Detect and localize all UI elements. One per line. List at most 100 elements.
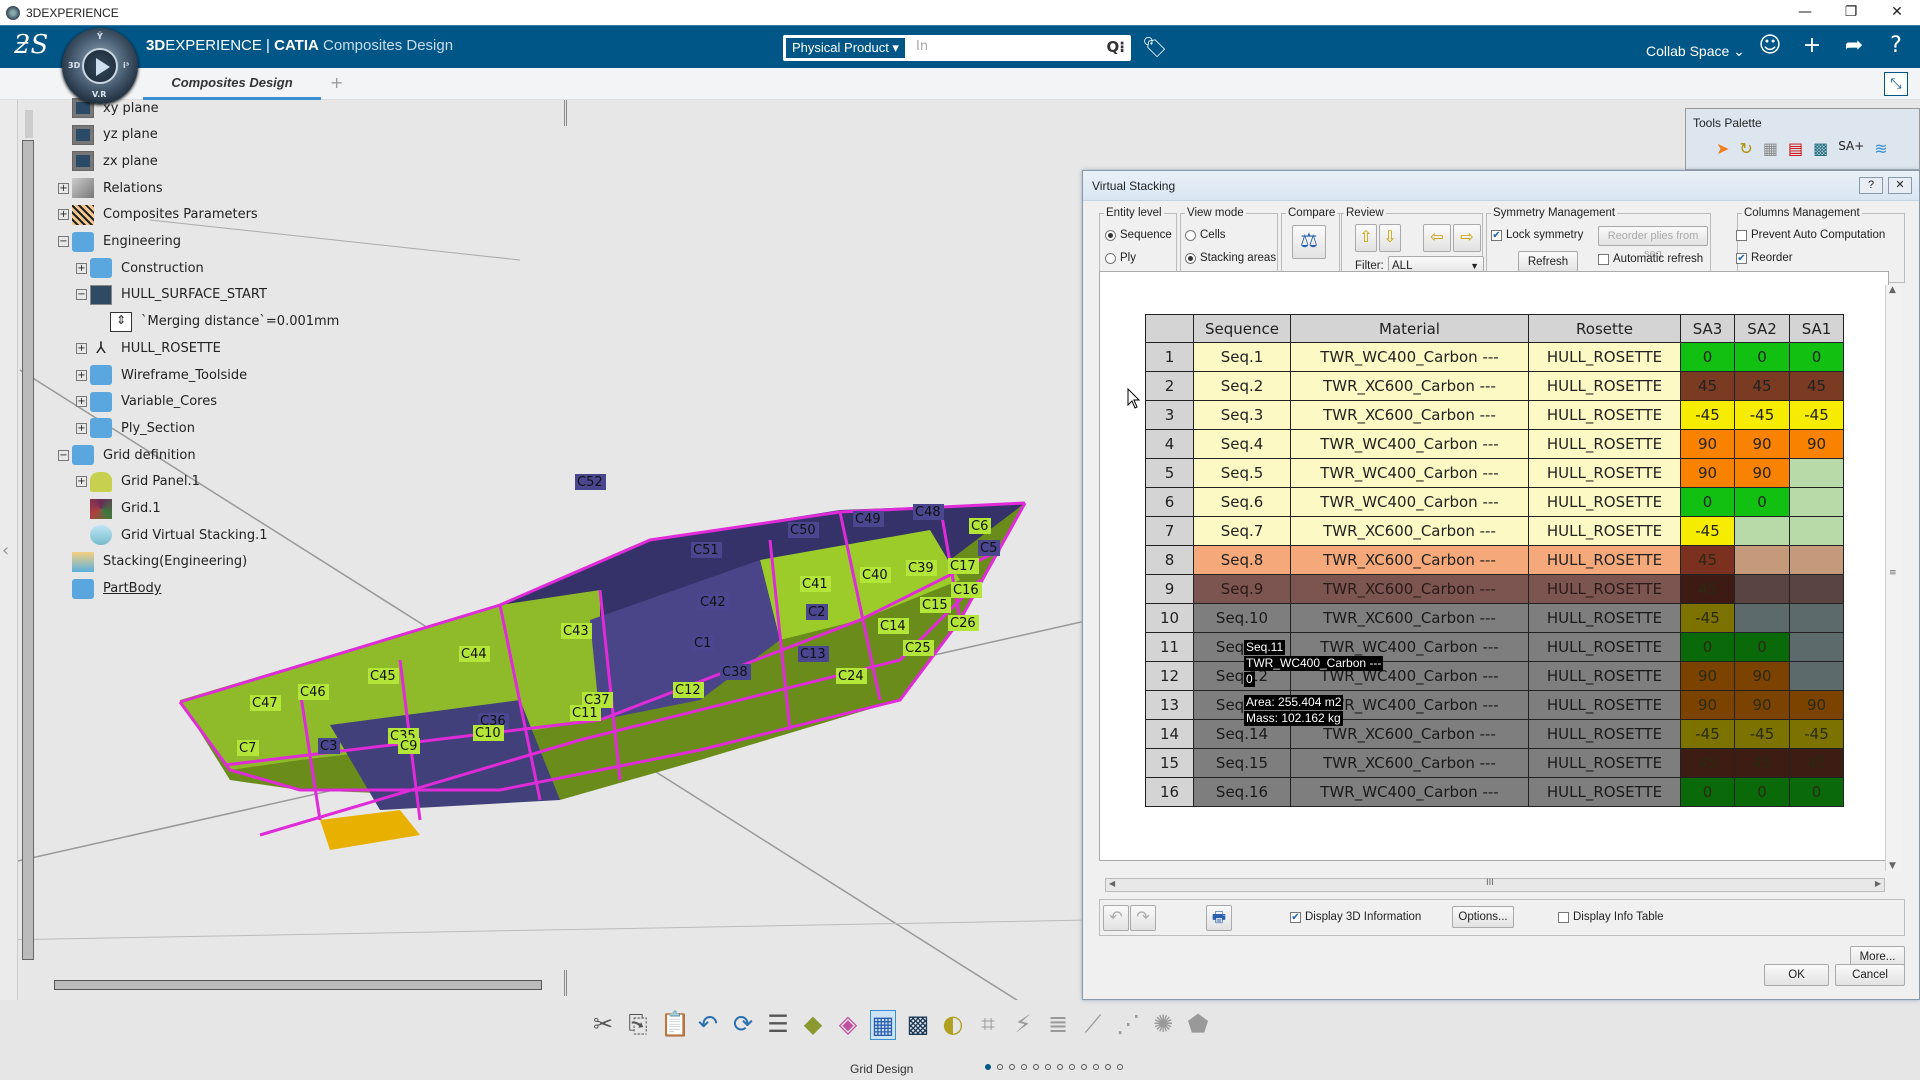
cell-label-c48[interactable]: C48 bbox=[915, 505, 941, 520]
cell-label-c7[interactable]: C7 bbox=[239, 741, 256, 756]
row-index-cell[interactable]: 6 bbox=[1145, 487, 1194, 517]
rosette-cell[interactable]: HULL_ROSETTE bbox=[1528, 661, 1681, 691]
sa2-angle-cell[interactable] bbox=[1734, 603, 1790, 633]
tree-node-grid-1[interactable]: Grid.1 bbox=[76, 498, 161, 520]
compare-button[interactable]: ⚖ bbox=[1292, 225, 1326, 259]
sequence-radio[interactable]: Sequence bbox=[1105, 229, 1172, 241]
tree-node-yz-plane[interactable]: yz plane bbox=[58, 124, 158, 146]
cell-label-c50[interactable]: C50 bbox=[790, 523, 816, 538]
col-header-material[interactable]: Material bbox=[1290, 314, 1529, 343]
pager-dot[interactable] bbox=[1117, 1064, 1123, 1070]
table-row[interactable]: 2 Seq.2 TWR_XC600_Carbon --- HULL_ROSETTE 45… bbox=[1145, 371, 1844, 401]
sa3-angle-cell[interactable]: -45 bbox=[1680, 516, 1735, 546]
row-index-cell[interactable]: 15 bbox=[1145, 748, 1194, 778]
cell-label-c25[interactable]: C25 bbox=[905, 641, 931, 656]
pager-dot[interactable] bbox=[1045, 1064, 1051, 1070]
cell-label-c9[interactable]: C9 bbox=[400, 739, 417, 754]
plus-icon[interactable]: + bbox=[1798, 33, 1826, 58]
collab-space-dropdown[interactable]: Collab Space ⌄ bbox=[1646, 43, 1745, 60]
share-icon[interactable]: ➦ bbox=[1840, 33, 1868, 58]
compass-widget[interactable]: Ÿ 3D i³ V.R bbox=[62, 28, 138, 104]
pager-dot[interactable] bbox=[1033, 1064, 1039, 1070]
sequence-cell[interactable]: Seq.7 bbox=[1193, 516, 1291, 546]
rosette-cell[interactable]: HULL_ROSETTE bbox=[1528, 458, 1681, 488]
col-header-sa3[interactable]: SA3 bbox=[1680, 314, 1735, 343]
table-row[interactable]: 5 Seq.5 TWR_WC400_Carbon --- HULL_ROSETTE 90… bbox=[1145, 458, 1844, 488]
expand-icon[interactable]: + bbox=[76, 262, 87, 274]
search-input[interactable]: In bbox=[916, 39, 928, 54]
copy-icon[interactable]: ⎘ bbox=[625, 1010, 651, 1040]
row-index-cell[interactable]: 10 bbox=[1145, 603, 1194, 633]
pager-dot[interactable] bbox=[985, 1064, 991, 1070]
rosette-cell[interactable]: HULL_ROSETTE bbox=[1528, 342, 1681, 372]
sa2-angle-cell[interactable]: -45 bbox=[1734, 719, 1790, 749]
sa3-angle-cell[interactable]: 45 bbox=[1680, 545, 1735, 575]
undo-icon[interactable]: ↶ bbox=[695, 1010, 721, 1040]
rosette-cell[interactable]: HULL_ROSETTE bbox=[1528, 487, 1681, 517]
tree-node-grid-virtual-stacking-1[interactable]: Grid Virtual Stacking.1 bbox=[76, 524, 268, 546]
rosette-cell[interactable]: HULL_ROSETTE bbox=[1528, 719, 1681, 749]
sa2-angle-cell[interactable]: 45 bbox=[1734, 371, 1790, 401]
sa2-angle-cell[interactable]: 0 bbox=[1734, 487, 1790, 517]
cut-icon[interactable]: ✂ bbox=[590, 1010, 616, 1040]
properties-icon[interactable]: ☰ bbox=[765, 1010, 791, 1040]
update-icon[interactable]: ⟳ bbox=[730, 1010, 756, 1040]
cell-label-c26[interactable]: C26 bbox=[950, 616, 976, 631]
col-header-sa1[interactable]: SA1 bbox=[1789, 314, 1844, 343]
cell-label-c2[interactable]: C2 bbox=[808, 605, 825, 620]
sa3-angle-cell[interactable]: 45 bbox=[1680, 574, 1735, 604]
cell-label-c24[interactable]: C24 bbox=[838, 669, 864, 684]
row-index-cell[interactable]: 14 bbox=[1145, 719, 1194, 749]
tree-node-partbody[interactable]: PartBody bbox=[58, 578, 161, 600]
collapse-icon[interactable]: ⤡ bbox=[1884, 72, 1908, 96]
table-vertical-scrollbar[interactable]: ▲ ≡ ▼ bbox=[1885, 285, 1901, 871]
sequence-cell[interactable]: Seq.8 bbox=[1193, 545, 1291, 575]
restore-window-button[interactable]: ❐ bbox=[1828, 0, 1874, 25]
material-cell[interactable]: TWR_WC400_Carbon --- bbox=[1290, 777, 1529, 807]
search-bar[interactable]: Physical Product ▾ In Q⁝ bbox=[783, 35, 1131, 61]
cell-label-c10[interactable]: C10 bbox=[475, 726, 501, 741]
sa2-angle-cell[interactable] bbox=[1734, 516, 1790, 546]
cell-label-c52[interactable]: C52 bbox=[577, 475, 603, 490]
cell-label-c16[interactable]: C16 bbox=[953, 583, 979, 598]
expand-icon[interactable]: + bbox=[76, 342, 87, 354]
table-row[interactable]: 10 Seq.10 TWR_XC600_Carbon --- HULL_ROSETTE… bbox=[1145, 603, 1844, 633]
cells-icon[interactable]: ▩ bbox=[1813, 139, 1828, 158]
dialog-close-button[interactable]: ✕ bbox=[1888, 177, 1912, 194]
material-cell[interactable]: TWR_WC400_Carbon --- bbox=[1290, 342, 1529, 372]
rotate-icon[interactable]: ↻ bbox=[1739, 139, 1752, 158]
help-icon[interactable]: ? bbox=[1882, 33, 1910, 58]
col-header-rosette[interactable]: Rosette bbox=[1528, 314, 1681, 343]
row-index-cell[interactable]: 5 bbox=[1145, 458, 1194, 488]
automatic-refresh-checkbox[interactable]: Automatic refresh bbox=[1598, 253, 1703, 265]
cell-label-c38[interactable]: C38 bbox=[722, 665, 748, 680]
table-row[interactable]: 3 Seq.3 TWR_XC600_Carbon --- HULL_ROSETTE -4… bbox=[1145, 400, 1844, 430]
sequence-cell[interactable]: Seq.16 bbox=[1193, 777, 1291, 807]
sa3-angle-cell[interactable]: 90 bbox=[1680, 661, 1735, 691]
scroll-right-icon[interactable]: ▶ bbox=[1875, 879, 1881, 888]
cell-label-c40[interactable]: C40 bbox=[862, 568, 888, 583]
sa3-angle-cell[interactable]: 0 bbox=[1680, 342, 1735, 372]
display-3d-information-checkbox[interactable]: ✔ Display 3D Information bbox=[1290, 911, 1421, 923]
sa2-angle-cell[interactable] bbox=[1734, 574, 1790, 604]
tree-node-merging-distance-0-001mm[interactable]: ⇕ `Merging distance`=0.001mm bbox=[96, 311, 339, 333]
tree-node-variable-cores[interactable]: + Variable_Cores bbox=[76, 391, 217, 413]
table-row[interactable]: 8 Seq.8 TWR_XC600_Carbon --- HULL_ROSETTE 45 bbox=[1145, 545, 1844, 575]
search-scope-dropdown[interactable]: Physical Product ▾ bbox=[786, 38, 905, 58]
cell-label-c45[interactable]: C45 bbox=[370, 669, 396, 684]
expand-icon[interactable]: + bbox=[58, 182, 69, 194]
sa1-angle-cell[interactable]: 45 bbox=[1789, 371, 1844, 401]
sequence-cell[interactable]: Seq.4 bbox=[1193, 429, 1291, 459]
sa3-angle-cell[interactable]: -45 bbox=[1680, 400, 1735, 430]
sa2-angle-cell[interactable]: 90 bbox=[1734, 458, 1790, 488]
layers-icon[interactable]: ≋ bbox=[1874, 139, 1887, 158]
row-index-cell[interactable]: 12 bbox=[1145, 661, 1194, 691]
cell-label-c14[interactable]: C14 bbox=[880, 619, 906, 634]
sa3-angle-cell[interactable]: -45 bbox=[1680, 719, 1735, 749]
sa1-angle-cell[interactable]: -45 bbox=[1789, 719, 1844, 749]
minimize-window-button[interactable]: — bbox=[1782, 0, 1828, 25]
table-horizontal-scrollbar[interactable]: ◀ III ▶ bbox=[1105, 878, 1885, 892]
table-row[interactable]: 4 Seq.4 TWR_WC400_Carbon --- HULL_ROSETTE 90… bbox=[1145, 429, 1844, 459]
dialog-help-button[interactable]: ? bbox=[1859, 177, 1883, 194]
cell-label-c5[interactable]: C5 bbox=[980, 541, 997, 556]
